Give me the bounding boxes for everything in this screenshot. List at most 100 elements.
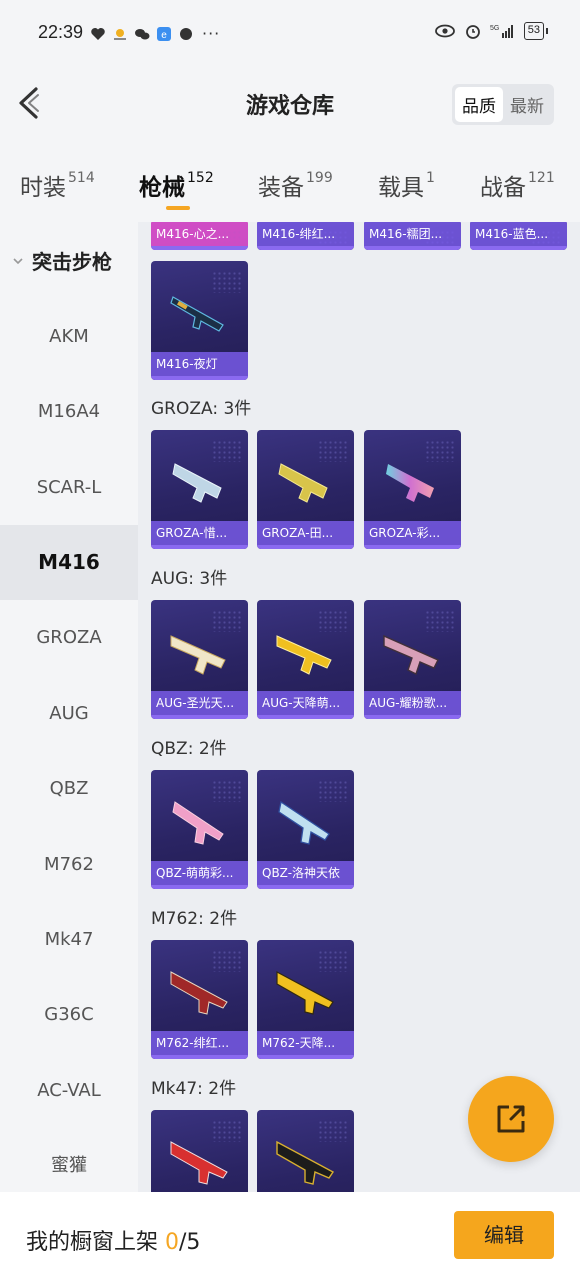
chat-bubble-icon — [180, 27, 192, 40]
weapon-card-label: QBZ-萌萌彩... — [151, 861, 248, 885]
aug-skin-image — [383, 634, 439, 675]
back-arrow-icon[interactable] — [16, 86, 44, 120]
share-button[interactable] — [468, 1076, 554, 1162]
shelf-used-count: 0 — [165, 1230, 180, 1255]
svg-text:e: e — [161, 30, 167, 41]
tab-vehicles[interactable]: 载具 1 — [378, 168, 435, 202]
eye-icon — [434, 24, 455, 38]
weapon-card[interactable]: M416-蓝色... — [470, 222, 567, 250]
weapon-card-label: M416-绯红... — [257, 222, 354, 246]
alarm-icon — [465, 25, 480, 39]
tab-label: 时装 — [20, 175, 66, 201]
weapon-card[interactable] — [257, 1110, 354, 1192]
share-external-icon — [497, 1105, 525, 1133]
section-title-aug: AUG: 3件 — [151, 569, 228, 589]
wechat-icon — [135, 28, 150, 39]
sidebar-item-m762[interactable]: M762 — [0, 827, 138, 902]
tab-battle-prep[interactable]: 战备 121 — [480, 168, 555, 202]
weapon-card[interactable]: M416-糯团... — [364, 222, 461, 250]
sidebar-item-groza[interactable]: GROZA — [0, 600, 138, 675]
sort-toggle: 品质 最新 — [452, 84, 554, 125]
card-rarity-bar — [364, 545, 461, 549]
sidebar-item-mk47[interactable]: Mk47 — [0, 902, 138, 977]
tab-label: 枪械 — [139, 175, 185, 201]
tab-label: 载具 — [378, 175, 424, 201]
status-system-icons: 5G 53 — [434, 22, 549, 40]
weapon-card[interactable]: QBZ-萌萌彩... — [151, 770, 248, 889]
tab-equipment[interactable]: 装备 199 — [258, 168, 333, 202]
section-title-groza: GROZA: 3件 — [151, 399, 252, 419]
tab-count: 121 — [528, 170, 555, 186]
bottom-bar: 我的橱窗上架 0/5 编辑 — [0, 1192, 580, 1280]
category-header[interactable]: 突击步枪 — [12, 246, 112, 275]
card-rarity-bar — [151, 545, 248, 549]
weapon-card[interactable]: M416-心之... — [151, 222, 248, 250]
weapon-card-label: AUG-圣光天... — [151, 691, 248, 715]
weapon-card[interactable]: GROZA-田... — [257, 430, 354, 549]
sort-option-latest[interactable]: 最新 — [503, 87, 551, 122]
weapon-card[interactable]: QBZ-洛神天依 — [257, 770, 354, 889]
weapon-grid: M416-心之... M416-绯红... M416-糯团... M416-蓝色… — [138, 222, 580, 1192]
svg-text:5G: 5G — [490, 25, 499, 32]
weapon-card[interactable]: AUG-天降萌... — [257, 600, 354, 719]
weapon-card[interactable]: M762-绯红... — [151, 940, 248, 1059]
status-notification-icons: e ··· — [90, 24, 220, 43]
weapon-card[interactable]: AUG-圣光天... — [151, 600, 248, 719]
card-rarity-bar — [257, 545, 354, 549]
aug-skin-image — [170, 635, 226, 675]
m416-skin-image — [170, 296, 224, 332]
qbz-skin-image — [278, 800, 330, 845]
weapon-card-label: M762-天降... — [257, 1031, 354, 1055]
sidebar-item-akm[interactable]: AKM — [0, 299, 138, 374]
weapon-card[interactable]: M762-天降... — [257, 940, 354, 1059]
tab-label: 装备 — [258, 175, 304, 201]
card-rarity-bar — [151, 715, 248, 719]
weapon-card[interactable]: M416-绯红... — [257, 222, 354, 250]
sidebar-item-m16a4[interactable]: M16A4 — [0, 374, 138, 449]
sidebar-item-aug[interactable]: AUG — [0, 676, 138, 751]
sidebar-item-ac-val[interactable]: AC-VAL — [0, 1053, 138, 1128]
weapon-card[interactable]: M416-夜灯 — [151, 261, 248, 380]
app-e-icon: e — [157, 26, 171, 41]
card-rarity-bar — [257, 715, 354, 719]
card-rarity-bar — [151, 376, 248, 380]
tab-count: 1 — [426, 170, 435, 186]
weapon-card-label: M762-绯红... — [151, 1031, 248, 1055]
mk47-skin-image — [170, 1141, 228, 1185]
tab-fashion[interactable]: 时装 514 — [20, 168, 95, 202]
weapon-card[interactable]: GROZA-惜... — [151, 430, 248, 549]
weapon-card-label: M416-心之... — [151, 222, 248, 246]
card-rarity-bar — [470, 246, 567, 250]
m762-skin-image — [170, 971, 228, 1015]
groza-skin-image — [172, 463, 222, 503]
sidebar-item-m416[interactable]: M416 — [0, 525, 138, 600]
weapon-card[interactable]: AUG-耀粉歌... — [364, 600, 461, 719]
sidebar-item-g36c[interactable]: G36C — [0, 977, 138, 1052]
edit-button[interactable]: 编辑 — [454, 1211, 554, 1259]
tab-firearms[interactable]: 枪械 152 — [139, 168, 214, 202]
status-time: 22:39 — [38, 22, 84, 42]
active-tab-indicator — [166, 206, 190, 210]
weapon-card[interactable]: GROZA-彩... — [364, 430, 461, 549]
weapon-card-label: M416-糯团... — [364, 222, 461, 246]
card-rarity-bar — [151, 1055, 248, 1059]
card-rarity-bar — [151, 246, 248, 250]
sidebar-item-honey-badger[interactable]: 蜜獾 — [0, 1128, 138, 1192]
card-rarity-bar — [257, 246, 354, 250]
weapon-sidebar: 突击步枪 AKM M16A4 SCAR-L M416 GROZA AUG QBZ… — [0, 222, 138, 1192]
tab-count: 152 — [187, 170, 214, 186]
sort-option-quality[interactable]: 品质 — [455, 87, 503, 122]
tab-label: 战备 — [480, 175, 526, 201]
battery-indicator: 53 — [523, 22, 549, 40]
card-rarity-bar — [364, 246, 461, 250]
weapon-card[interactable] — [151, 1110, 248, 1192]
sidebar-item-scar-l[interactable]: SCAR-L — [0, 450, 138, 525]
weapon-card-label: AUG-天降萌... — [257, 691, 354, 715]
tab-count: 514 — [68, 170, 95, 186]
card-rarity-bar — [257, 1055, 354, 1059]
card-rarity-bar — [364, 715, 461, 719]
mk47-skin-image — [276, 1140, 335, 1185]
app-header: 游戏仓库 品质 最新 — [0, 62, 580, 144]
category-tabs: 时装 514 枪械 152 装备 199 载具 1 战备 121 — [0, 144, 580, 222]
sidebar-item-qbz[interactable]: QBZ — [0, 751, 138, 826]
